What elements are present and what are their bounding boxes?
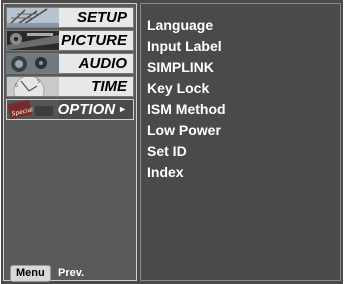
- menu-label-option-text: OPTION: [57, 101, 116, 118]
- svg-text:5: 5: [37, 79, 40, 85]
- option-language[interactable]: Language: [147, 15, 226, 36]
- menu-item-time[interactable]: 6 5 TIME: [6, 76, 134, 97]
- menu-label-time: TIME: [91, 78, 127, 95]
- menu-key-button[interactable]: Menu: [10, 265, 51, 282]
- option-simplink[interactable]: SIMPLINK: [147, 57, 226, 78]
- menu-item-option[interactable]: Special OPTION ►: [6, 99, 134, 120]
- film-reel-thumbnail-icon: [7, 31, 59, 50]
- sidebar-menu: SETUP PICTURE AUDIO 6 5 TIME Special OPT…: [3, 3, 137, 282]
- option-input-label[interactable]: Input Label: [147, 36, 226, 57]
- menu-item-audio[interactable]: AUDIO: [6, 53, 134, 74]
- option-set-id[interactable]: Set ID: [147, 141, 226, 162]
- menu-label-audio: AUDIO: [78, 55, 127, 72]
- osd-menu-screen: SETUP PICTURE AUDIO 6 5 TIME Special OPT…: [1, 0, 343, 284]
- footer-hint: Menu Prev.: [10, 265, 134, 282]
- option-submenu-panel: Language Input Label SIMPLINK Key Lock I…: [140, 3, 341, 281]
- option-low-power[interactable]: Low Power: [147, 120, 226, 141]
- chevron-right-icon: ►: [118, 104, 127, 114]
- prev-label: Prev.: [58, 267, 85, 279]
- option-list: Language Input Label SIMPLINK Key Lock I…: [147, 15, 226, 183]
- clock-thumbnail-icon: 6 5: [7, 77, 59, 96]
- svg-text:6: 6: [15, 83, 18, 89]
- menu-label-setup: SETUP: [76, 9, 127, 26]
- option-index[interactable]: Index: [147, 162, 226, 183]
- menu-item-picture[interactable]: PICTURE: [6, 30, 134, 51]
- antenna-thumbnail-icon: [7, 8, 59, 27]
- option-ism-method[interactable]: ISM Method: [147, 99, 226, 120]
- option-key-lock[interactable]: Key Lock: [147, 78, 226, 99]
- special-thumbnail-icon: Special: [7, 100, 59, 119]
- menu-label-option: OPTION ►: [58, 100, 127, 119]
- menu-label-picture: PICTURE: [61, 32, 127, 49]
- menu-item-setup[interactable]: SETUP: [6, 7, 134, 28]
- speaker-thumbnail-icon: [7, 54, 59, 73]
